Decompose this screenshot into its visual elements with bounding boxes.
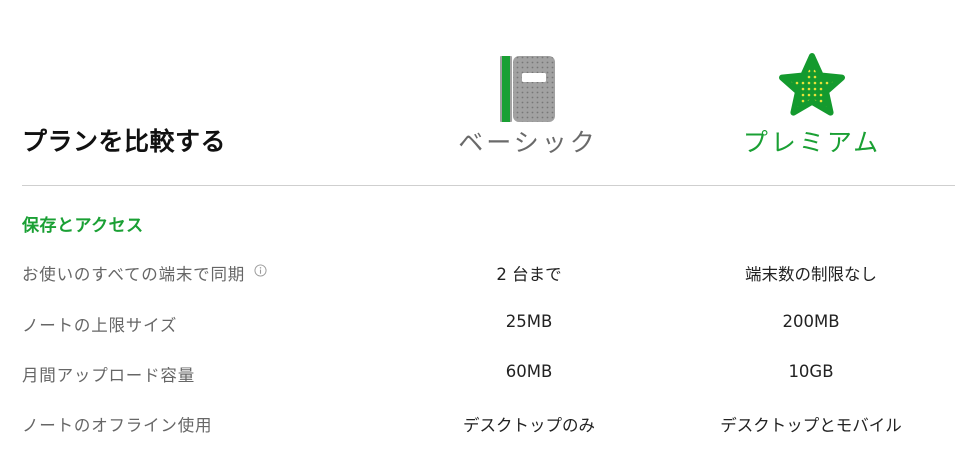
- plan-header-basic: ベーシック: [428, 50, 628, 159]
- info-icon[interactable]: [254, 264, 267, 277]
- section-title: 保存とアクセス: [22, 216, 144, 236]
- row-label: ノートのオフライン使用: [22, 416, 213, 435]
- row-label-text: お使いのすべての端末で同期: [22, 265, 246, 284]
- plan-name-premium: プレミアム: [742, 128, 882, 157]
- row-label: お使いのすべての端末で同期: [22, 261, 267, 285]
- cell-basic: デスクトップのみ: [463, 416, 595, 435]
- table-row: ノートのオフライン使用 デスクトップのみ デスクトップとモバイル: [0, 412, 955, 438]
- plan-name-basic: ベーシック: [458, 128, 598, 157]
- page-title: プランを比較する: [22, 127, 227, 156]
- row-label: ノートの上限サイズ: [22, 316, 178, 335]
- table-row: 月間アップロード容量 60MB 10GB: [0, 362, 955, 388]
- cell-basic: 25MB: [505, 312, 553, 331]
- cell-premium: 10GB: [788, 362, 834, 381]
- header-divider: [22, 185, 955, 186]
- plan-header-premium: プレミアム: [712, 50, 912, 159]
- notebook-icon: [500, 56, 555, 122]
- star-icon: [779, 53, 845, 116]
- cell-premium: 200MB: [782, 312, 840, 331]
- cell-premium: 端末数の制限なし: [745, 265, 877, 284]
- cell-basic: 2 台まで: [496, 265, 562, 284]
- cell-premium: デスクトップとモバイル: [720, 416, 902, 435]
- row-label: 月間アップロード容量: [22, 366, 195, 385]
- table-row: ノートの上限サイズ 25MB 200MB: [0, 312, 955, 338]
- table-row: お使いのすべての端末で同期 2 台まで 端末数の制限なし: [0, 261, 955, 287]
- cell-basic: 60MB: [505, 362, 553, 381]
